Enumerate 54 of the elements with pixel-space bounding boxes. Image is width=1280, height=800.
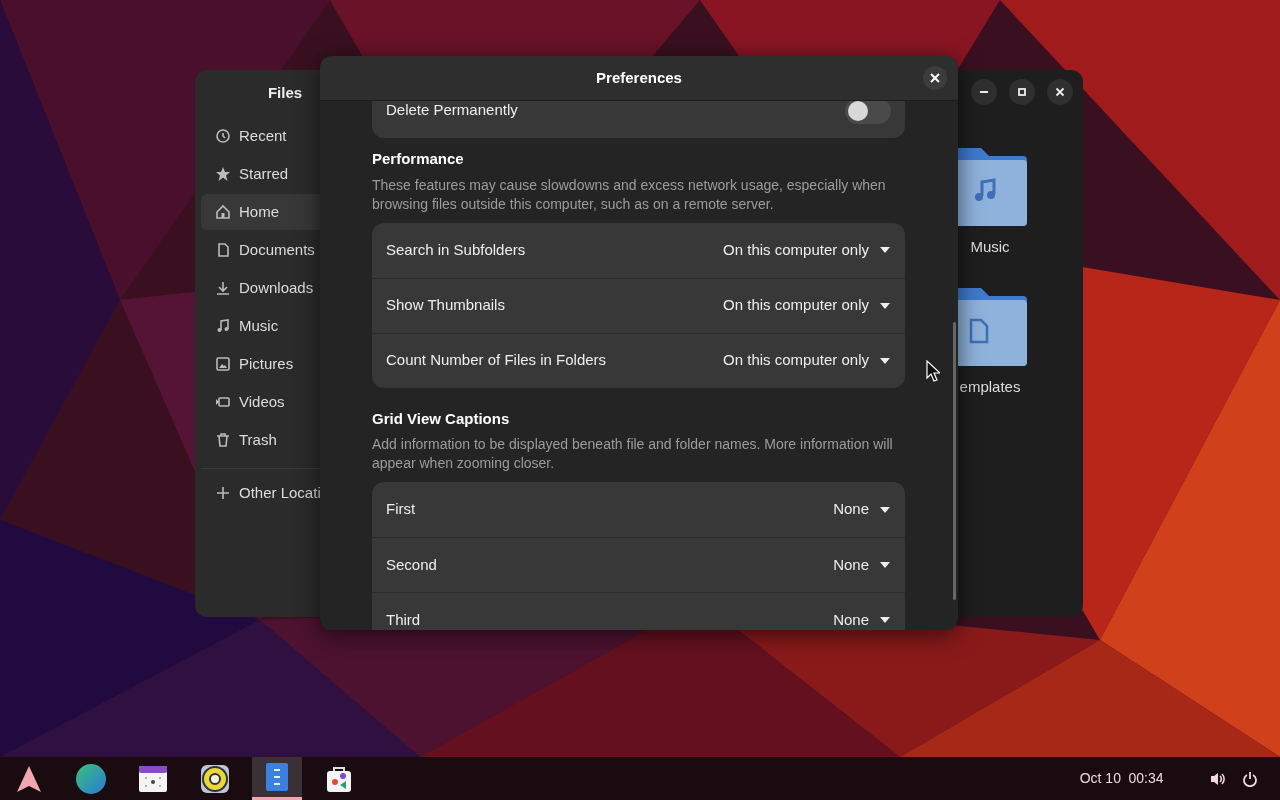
video-icon [215, 394, 231, 410]
volume-icon[interactable] [1208, 770, 1227, 787]
toggle-switch[interactable] [845, 101, 891, 124]
caret-icon [879, 246, 891, 254]
document-icon [215, 242, 231, 258]
close-button[interactable] [1047, 79, 1073, 105]
home-icon [215, 204, 231, 220]
download-icon [215, 280, 231, 296]
caret-icon [879, 561, 891, 569]
close-icon [930, 73, 940, 83]
trash-icon [215, 432, 231, 448]
section-title: Performance [372, 149, 465, 169]
clock-date: Oct 10 [1079, 769, 1121, 788]
dropdown[interactable]: None [833, 498, 891, 521]
globe-icon [75, 762, 107, 795]
close-icon [1054, 86, 1066, 98]
setting-label: Third [386, 609, 421, 630]
taskbar-app[interactable] [252, 757, 302, 800]
section-title: Grid View Captions [372, 408, 511, 429]
scrollbar[interactable] [953, 322, 956, 600]
plus-icon [215, 485, 231, 501]
section-description: These features may cause slowdowns and excess network usage, especially when browsing files outside this computer, such as on a remote server. [372, 175, 887, 214]
dropdown[interactable]: On this computer only [723, 349, 891, 372]
dropdown[interactable]: None [833, 553, 891, 577]
setting-label: Delete Permanently [386, 101, 518, 121]
dropdown[interactable]: On this computer only [723, 238, 891, 262]
clock-icon [215, 128, 231, 144]
close-button[interactable] [923, 66, 947, 90]
caret-icon [879, 505, 891, 514]
star-icon [215, 166, 231, 182]
dialog-title: Preferences [596, 67, 682, 88]
setting-label: Count Number of Files in Folders [386, 350, 607, 371]
power-icon[interactable] [1241, 770, 1258, 787]
setting-label: First [386, 499, 416, 520]
speaker-icon [199, 762, 231, 795]
maximize-icon [1016, 86, 1028, 98]
cursor-icon [926, 360, 940, 382]
picture-icon [215, 356, 231, 372]
minimize-button[interactable] [971, 79, 997, 105]
setting-label: Search in Subfolders [386, 239, 526, 260]
folder-label[interactable]: Music [970, 236, 1010, 259]
caret-icon [879, 356, 891, 365]
folder-label[interactable]: emplates [959, 375, 1021, 398]
dropdown[interactable]: None [833, 608, 891, 630]
clock-time: 00:34 [1128, 769, 1164, 788]
window-title: Files [266, 83, 304, 103]
caret-icon [879, 301, 891, 310]
music-icon [215, 318, 231, 334]
section-description: Add information to be displayed beneath file and folder names. More information will appear when zooming closer. [372, 435, 894, 473]
dropdown[interactable]: On this computer only [723, 294, 891, 317]
setting-label: Second [386, 554, 437, 575]
maximize-button[interactable] [1009, 79, 1035, 105]
minimize-icon [980, 91, 988, 93]
setting-label: Show Thumbnails [386, 295, 505, 316]
